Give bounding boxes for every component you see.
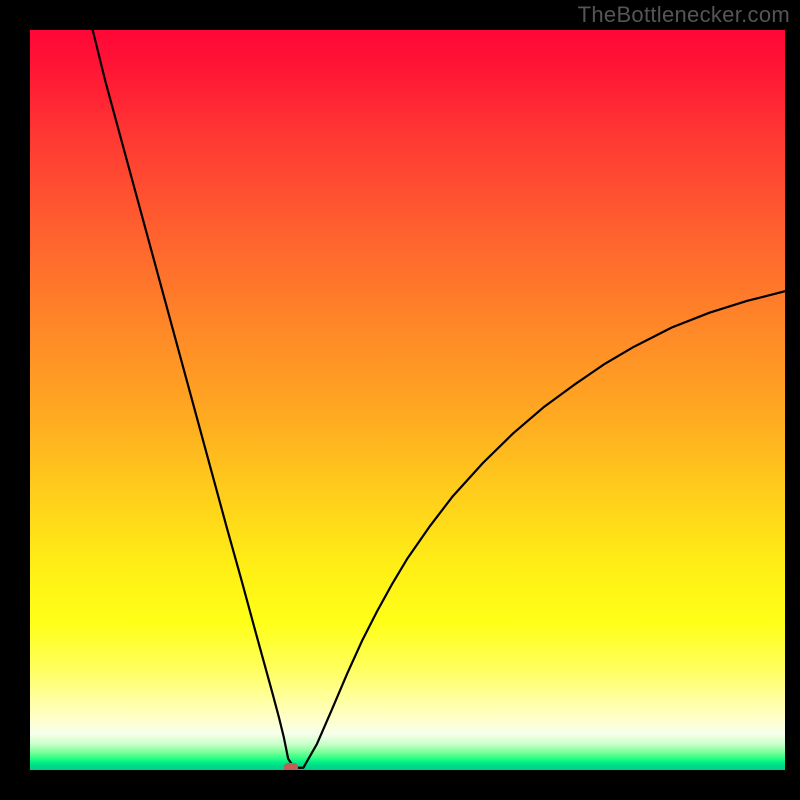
chart-curve-svg: [30, 30, 785, 770]
chart-marker: [284, 763, 298, 770]
watermark-text: TheBottlenecker.com: [578, 2, 790, 28]
chart-plot-area: [30, 30, 785, 770]
chart-curve-path: [93, 30, 785, 768]
